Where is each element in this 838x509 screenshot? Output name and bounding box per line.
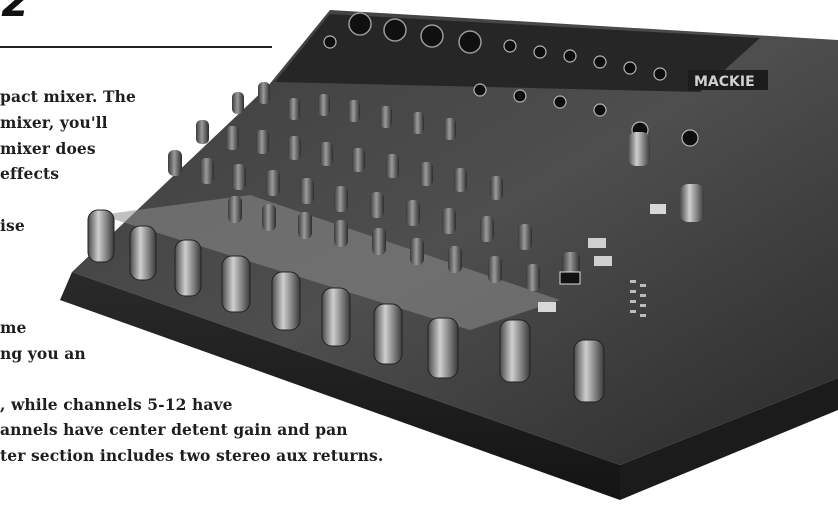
jack (681, 129, 699, 147)
button (594, 256, 612, 266)
knob (370, 192, 384, 218)
knob (348, 100, 360, 122)
jack (623, 61, 637, 75)
button (650, 204, 666, 214)
mixer-photo: MACKIE (60, 10, 838, 500)
knob (266, 170, 280, 196)
jack (553, 95, 567, 109)
level-knob (499, 319, 531, 383)
jack (533, 45, 547, 59)
knob (200, 158, 214, 184)
master-knob (680, 184, 704, 222)
level-knob (129, 225, 157, 281)
level-knob (573, 339, 605, 403)
brand-logo: MACKIE (688, 70, 768, 90)
knob (256, 130, 269, 154)
jack (473, 83, 487, 97)
knob (320, 142, 333, 166)
knob (334, 186, 348, 212)
knob (258, 82, 270, 104)
xlr-jack (458, 30, 482, 54)
level-knob (427, 317, 459, 379)
level-knob (87, 209, 115, 263)
rear-jack-panel (275, 14, 760, 92)
master-knob (628, 132, 650, 166)
xlr-jack (383, 18, 407, 42)
level-knob (221, 255, 251, 313)
knob (454, 168, 467, 192)
jack (593, 103, 607, 117)
knob (228, 196, 242, 223)
svg-text:MACKIE: MACKIE (694, 74, 755, 90)
knob (334, 220, 348, 247)
knob (318, 94, 330, 116)
knob (288, 136, 301, 160)
button (559, 271, 581, 285)
button (538, 302, 556, 312)
knob (168, 150, 182, 176)
knob (298, 212, 312, 239)
knob (490, 176, 503, 200)
level-knob (174, 239, 202, 297)
knob (300, 178, 314, 204)
jack (503, 39, 517, 53)
knob (480, 216, 494, 242)
knob (448, 246, 462, 273)
knob (226, 126, 239, 150)
knob (412, 112, 424, 134)
level-knob (271, 271, 301, 331)
knob (386, 154, 399, 178)
jack (323, 35, 337, 49)
jack (513, 89, 527, 103)
knob (232, 92, 244, 114)
xlr-jack (348, 12, 372, 36)
knob (262, 204, 276, 231)
knob (526, 264, 540, 291)
knob (196, 120, 209, 144)
xlr-jack (420, 24, 444, 48)
knob (380, 106, 392, 128)
knob (420, 162, 433, 186)
knob (488, 256, 502, 283)
knob (288, 98, 300, 120)
knob (372, 228, 386, 255)
jack (653, 67, 667, 81)
button (588, 238, 606, 248)
knob (232, 164, 246, 190)
jack (563, 49, 577, 63)
level-knob (321, 287, 351, 347)
jack (593, 55, 607, 69)
knob (352, 148, 365, 172)
knob (442, 208, 456, 234)
level-knob (373, 303, 403, 365)
knob (518, 224, 532, 250)
knob (410, 238, 424, 265)
knob (444, 118, 456, 140)
knob (406, 200, 420, 226)
